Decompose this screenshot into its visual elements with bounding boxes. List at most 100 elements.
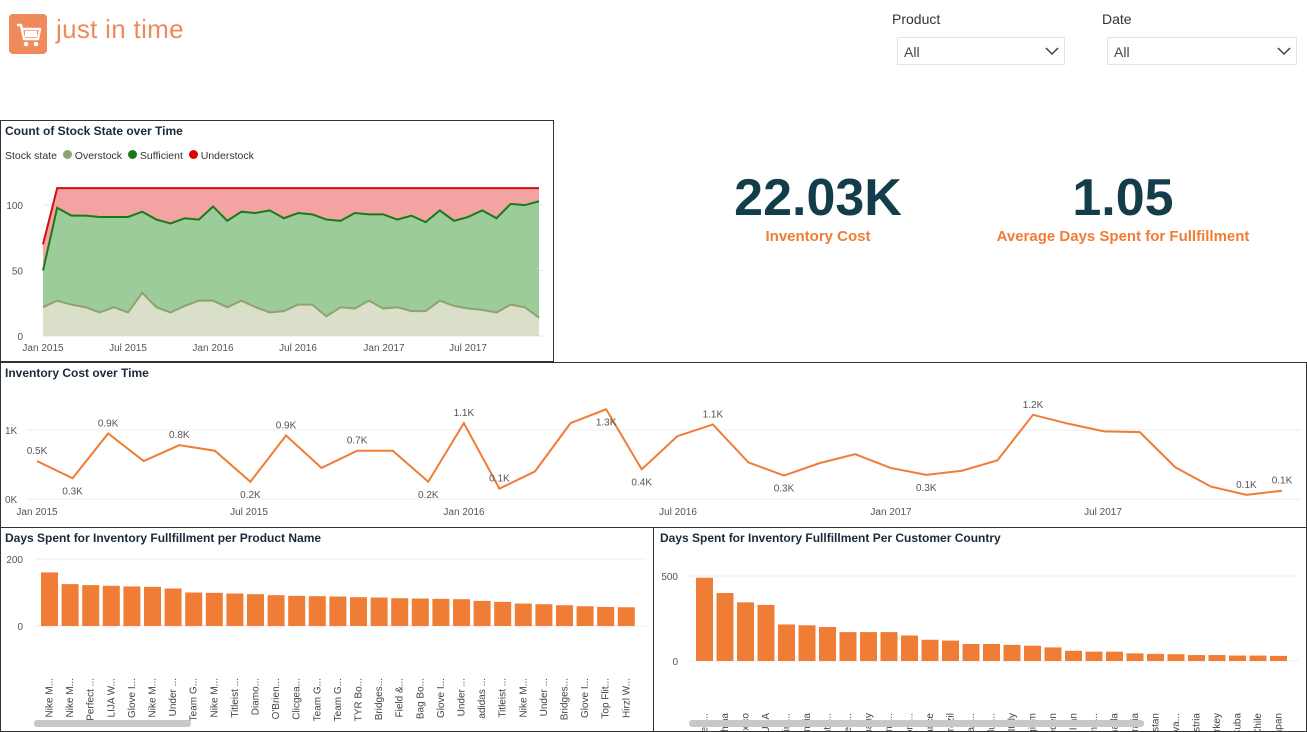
bar bbox=[962, 644, 980, 661]
data-label: 0.9K bbox=[276, 421, 297, 432]
bar bbox=[983, 644, 1000, 661]
bar bbox=[819, 627, 836, 661]
days-per-product-chart: 0 200 Nike M... Nike M... Perfect ... LIJA W.… bbox=[6, 555, 646, 721]
x-tick-label: Perfect ... bbox=[86, 678, 97, 721]
x-tick-label: Field &... bbox=[395, 678, 406, 717]
y-tick-label: 500 bbox=[661, 572, 678, 583]
x-tick-label: Glove I... bbox=[436, 678, 447, 718]
x-tick-label: Bridges... bbox=[560, 678, 571, 720]
bar bbox=[576, 606, 594, 626]
bar bbox=[1044, 647, 1062, 661]
x-tick-label: Team G... bbox=[333, 678, 344, 721]
x-tick-label: Titleist ... bbox=[230, 678, 241, 718]
x-tick-label: Chile bbox=[1253, 713, 1264, 731]
y-tick-label: 0 bbox=[17, 332, 23, 343]
x-tick-label: Titleist ... bbox=[498, 678, 509, 718]
bar bbox=[226, 593, 244, 626]
data-label: 0.3K bbox=[916, 483, 937, 494]
bar bbox=[1270, 655, 1287, 661]
x-tick-label: LIJA W... bbox=[106, 678, 117, 717]
bar bbox=[494, 601, 512, 626]
bar bbox=[267, 595, 285, 626]
x-tick-label: Jul 2016 bbox=[659, 507, 697, 518]
avg-days-value: 1.05 bbox=[1072, 169, 1174, 227]
data-label: 0.9K bbox=[98, 418, 119, 429]
bar bbox=[556, 605, 573, 626]
bar bbox=[82, 585, 100, 626]
days-per-country-panel: Days Spent for Inventory Fullfillment Pe… bbox=[653, 527, 1307, 732]
horizontal-scrollbar[interactable] bbox=[689, 720, 1144, 727]
date-filter-value: All bbox=[1114, 44, 1130, 60]
product-filter-dropdown[interactable]: All bbox=[897, 37, 1065, 65]
x-tick-label: Cuba bbox=[1233, 713, 1244, 731]
y-tick-label: 1K bbox=[5, 426, 18, 437]
data-label: 0.2K bbox=[240, 490, 261, 501]
bar bbox=[1106, 651, 1123, 661]
data-label: 1.3K bbox=[596, 417, 617, 428]
x-tick-label: O'Brien... bbox=[271, 678, 282, 719]
bar bbox=[757, 604, 775, 661]
x-tick-label: Nike M... bbox=[148, 678, 159, 717]
bar bbox=[1065, 650, 1082, 661]
x-tick-label: Jan 2015 bbox=[22, 343, 64, 354]
x-tick-label: Under ... bbox=[539, 678, 550, 716]
data-label: 0.1K bbox=[489, 474, 510, 485]
x-tick-label: Glove I... bbox=[580, 678, 591, 718]
x-tick-label: Under ... bbox=[457, 678, 468, 716]
x-tick-label: Bag Bo... bbox=[415, 678, 426, 719]
x-tick-label: Jul 2015 bbox=[230, 507, 268, 518]
data-label: 1.2K bbox=[1023, 400, 1044, 411]
bar bbox=[61, 584, 79, 626]
horizontal-scrollbar[interactable] bbox=[34, 720, 191, 727]
bar bbox=[329, 596, 347, 626]
inventory-cost-panel: Inventory Cost over Time 1K 0K 0.5K 0.3K 0.9… bbox=[0, 362, 1307, 528]
inventory-cost-chart: 1K 0K 0.5K 0.3K 0.9K 0.8K 0.2K 0.9K 0.7K 0.2K 1.1K… bbox=[5, 400, 1301, 518]
bar bbox=[1249, 655, 1267, 661]
x-tick-label: adidas ... bbox=[477, 678, 488, 719]
stock-state-panel: Count of Stock State over Time Stock sta… bbox=[0, 120, 554, 362]
x-tick-label: Nike M... bbox=[45, 678, 56, 717]
bar bbox=[798, 625, 816, 661]
x-tick-label: Nike M... bbox=[65, 678, 76, 717]
bar bbox=[123, 586, 141, 626]
data-label: 0.1K bbox=[1272, 476, 1293, 487]
x-tick-label: Jul 2017 bbox=[1084, 507, 1122, 518]
bar bbox=[453, 599, 470, 626]
days-per-product-panel: Days Spent for Inventory Fullfillment pe… bbox=[0, 527, 654, 732]
x-tick-label: Jan 2017 bbox=[870, 507, 912, 518]
bar bbox=[901, 635, 918, 661]
x-tick-label: Japan bbox=[1274, 713, 1285, 731]
date-filter-dropdown[interactable]: All bbox=[1107, 37, 1297, 65]
bar bbox=[514, 603, 532, 626]
bar bbox=[473, 600, 491, 626]
y-tick-label: 50 bbox=[12, 267, 24, 278]
stock-state-chart: 0 50 100 Jan 2015 Jul 2015 Jan 2016 Jul 2016 Ja… bbox=[6, 187, 543, 354]
bar bbox=[942, 640, 959, 661]
x-tick-label: Nike M... bbox=[209, 678, 220, 717]
data-label: 1.1K bbox=[454, 408, 475, 419]
x-tick-label: Jan 2015 bbox=[16, 507, 58, 518]
data-label: 0.3K bbox=[774, 484, 795, 495]
bar bbox=[1188, 655, 1205, 661]
product-filter-value: All bbox=[904, 44, 920, 60]
x-tick-label: TYR Bo... bbox=[354, 678, 365, 721]
y-tick-label: 0K bbox=[5, 495, 18, 506]
bar bbox=[1229, 655, 1246, 661]
chevron-down-icon bbox=[1045, 47, 1059, 56]
bar bbox=[535, 604, 553, 626]
bar bbox=[350, 597, 367, 626]
bar bbox=[308, 596, 326, 626]
bar bbox=[921, 639, 939, 661]
bar bbox=[839, 632, 857, 661]
bar bbox=[370, 597, 388, 626]
avg-days-label: Average Days Spent for Fullfillment bbox=[996, 228, 1250, 245]
x-tick-label: Team G... bbox=[189, 678, 200, 721]
y-tick-label: 100 bbox=[6, 201, 23, 212]
bar bbox=[696, 577, 713, 661]
cost-line bbox=[36, 408, 1283, 496]
bar bbox=[778, 624, 795, 661]
bar bbox=[247, 594, 264, 626]
data-label: 0.7K bbox=[347, 436, 368, 447]
bar bbox=[716, 593, 734, 661]
x-tick-label: Diamo... bbox=[251, 678, 262, 715]
